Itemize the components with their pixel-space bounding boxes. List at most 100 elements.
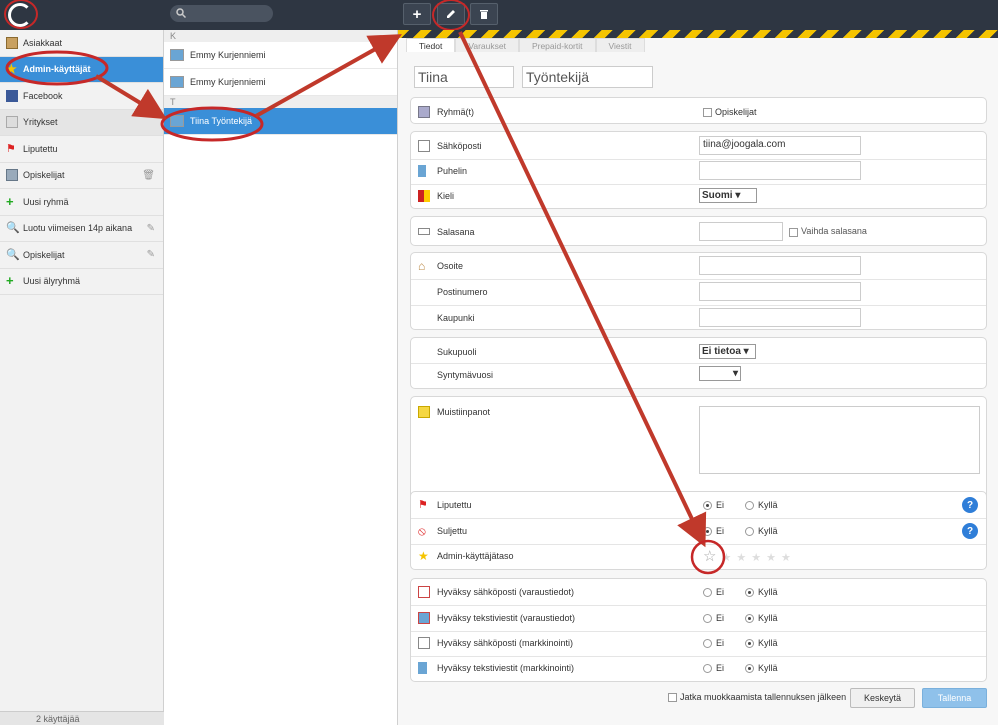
radio[interactable] — [745, 588, 754, 598]
checkbox[interactable] — [703, 108, 712, 118]
search-input[interactable] — [170, 5, 273, 22]
consent-sms-booking-no[interactable]: Ei — [703, 613, 724, 624]
password-icon — [418, 228, 430, 235]
admin-level-rating[interactable]: ☆★★★★★ — [703, 547, 796, 565]
closed-no-radio[interactable]: Ei — [703, 526, 724, 537]
help-icon[interactable]: ? — [962, 523, 978, 539]
radio[interactable] — [745, 501, 754, 511]
radio[interactable] — [745, 614, 754, 624]
divider — [411, 605, 986, 606]
postcode-label: Postinumero — [437, 287, 488, 297]
rating-star[interactable]: ★ — [766, 552, 781, 564]
radio[interactable] — [703, 664, 712, 674]
pencil-icon[interactable]: ✎ — [147, 249, 155, 260]
list-item-name: Emmy Kurjenniemi — [190, 50, 266, 60]
gender-select[interactable]: Ei tietoa ▾ — [699, 344, 756, 359]
trash-icon[interactable]: 🗑 — [142, 170, 155, 181]
cancel-button[interactable]: Keskeytä — [850, 688, 915, 708]
sidebar-item-liputettu[interactable]: ⚑ Liputettu — [0, 136, 163, 163]
flag-icon: ⚑ — [418, 499, 428, 511]
tab-prepaid[interactable]: Prepaid-kortit — [518, 38, 596, 52]
delete-button[interactable] — [470, 3, 498, 25]
address-field[interactable] — [699, 256, 861, 275]
sidebar-item-facebook[interactable]: Facebook — [0, 83, 163, 110]
sidebar-item-luotu[interactable]: 🔍 Luotu viimeisen 14p aikana ✎ — [0, 216, 163, 242]
closed-yes-radio[interactable]: Kyllä — [745, 526, 778, 537]
radio[interactable] — [745, 639, 754, 649]
sidebar-item-opiskelijat[interactable]: Opiskelijat 🗑 — [0, 163, 163, 189]
consent-sms-marketing-no[interactable]: Ei — [703, 662, 725, 674]
envelope-icon — [418, 637, 430, 649]
annotation-circle — [4, 0, 38, 29]
list-item-selected[interactable]: Tiina Työntekijä — [164, 108, 397, 135]
language-select[interactable]: Suomi ▾ — [699, 188, 757, 203]
checkbox-label: Opiskelijat — [715, 106, 757, 117]
tab-tiedot[interactable]: Tiedot — [406, 38, 456, 52]
sidebar-item-label: Uusi älyryhmä — [23, 276, 81, 287]
notes-label: Muistiinpanot — [437, 407, 491, 417]
group-checkbox-opiskelijat[interactable]: Opiskelijat — [703, 106, 757, 118]
sidebar-item-label: Admin-käyttäjät — [23, 64, 91, 75]
list-item[interactable]: Emmy Kurjenniemi — [164, 42, 397, 69]
checkbox[interactable] — [789, 227, 798, 237]
rating-star[interactable]: ★ — [751, 552, 766, 564]
notes-textarea[interactable] — [699, 406, 980, 474]
sidebar-item-opiskelijat-smart[interactable]: 🔍 Opiskelijat ✎ — [0, 242, 163, 269]
continue-editing-checkbox[interactable]: Jatka muokkaamista tallennuksen jälkeen — [668, 692, 846, 703]
rating-star[interactable]: ☆ — [703, 548, 721, 565]
sidebar-item-yritykset[interactable]: Yritykset — [0, 109, 163, 136]
rating-star[interactable]: ★ — [721, 552, 736, 564]
sidebar-item-uusi-ryhma[interactable]: + Uusi ryhmä — [0, 189, 163, 216]
consent-email-marketing-no[interactable]: Ei — [703, 638, 724, 649]
radio[interactable] — [703, 639, 712, 649]
last-name-field[interactable]: Työntekijä — [522, 66, 653, 88]
checkbox[interactable] — [668, 693, 677, 703]
flagged-no-radio[interactable]: Ei — [703, 500, 724, 511]
tab-viestit[interactable]: Viestit — [595, 38, 645, 52]
select-value: Suomi — [702, 190, 733, 201]
group-icon — [418, 106, 430, 118]
search-icon — [176, 8, 186, 18]
flagged-yes-radio[interactable]: Kyllä — [745, 500, 778, 511]
radio[interactable] — [703, 588, 712, 598]
radio[interactable] — [703, 614, 712, 624]
consent-sms-booking-yes[interactable]: Kyllä — [745, 613, 778, 624]
list-item[interactable]: Emmy Kurjenniemi — [164, 69, 397, 96]
language-icon — [418, 190, 430, 202]
consent-sms-marketing-yes[interactable]: Kyllä — [745, 663, 778, 674]
radio[interactable] — [745, 664, 754, 674]
radio[interactable] — [703, 501, 712, 511]
radio[interactable] — [745, 527, 754, 537]
divider — [411, 159, 986, 160]
postcode-field[interactable] — [699, 282, 861, 301]
tab-varaukset[interactable]: Varaukset — [455, 38, 519, 52]
rating-star[interactable]: ★ — [781, 552, 796, 564]
list-item-name: Emmy Kurjenniemi — [190, 77, 266, 87]
blocked-icon: ⦸ — [418, 524, 426, 538]
phone-field[interactable] — [699, 161, 861, 180]
first-name-field[interactable]: Tiina — [414, 66, 514, 88]
pencil-icon[interactable]: ✎ — [147, 223, 155, 234]
plus-icon: + — [6, 193, 14, 209]
consent-email-booking-no[interactable]: Ei — [703, 587, 724, 598]
add-button[interactable]: + — [403, 3, 431, 25]
help-icon[interactable]: ? — [962, 497, 978, 513]
email-field[interactable]: tiina@joogala.com — [699, 136, 861, 155]
groups-label: Ryhmä(t) — [437, 107, 475, 117]
sidebar-item-asiakkaat[interactable]: Asiakkaat — [0, 30, 163, 57]
radio-label: Kyllä — [758, 586, 778, 597]
city-field[interactable] — [699, 308, 861, 327]
note-icon — [418, 406, 430, 418]
save-button[interactable]: Tallenna — [922, 688, 987, 708]
address-section: ⌂ Osoite Postinumero Kaupunki — [410, 252, 987, 330]
change-password-checkbox[interactable]: Vaihda salasana — [789, 226, 867, 237]
sidebar-item-uusi-alyryhma[interactable]: + Uusi älyryhmä — [0, 269, 163, 295]
sidebar-item-admin[interactable]: ★ Admin-käyttäjät — [0, 56, 163, 83]
birthyear-select[interactable]: ▾ — [699, 366, 741, 381]
consent-email-marketing-yes[interactable]: Kyllä — [745, 638, 778, 649]
rating-star[interactable]: ★ — [736, 552, 751, 564]
radio-label: Ei — [716, 662, 725, 673]
consent-email-booking-yes[interactable]: Kyllä — [745, 586, 778, 598]
radio[interactable] — [703, 527, 712, 537]
password-field[interactable] — [699, 222, 783, 241]
